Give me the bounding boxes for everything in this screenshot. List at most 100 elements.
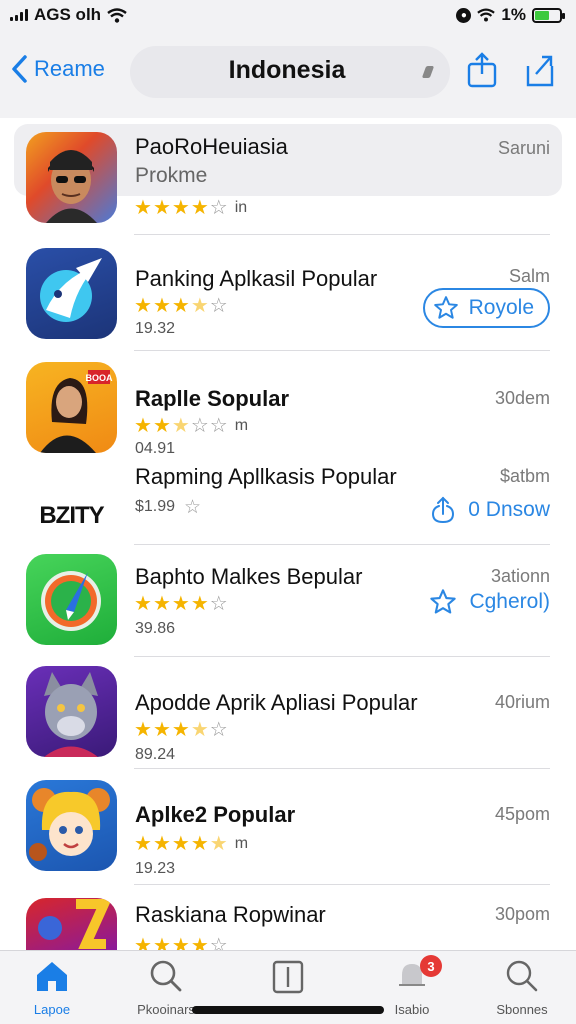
search-icon [506, 960, 538, 992]
star-icon: ★ [152, 415, 171, 437]
action-button[interactable]: Cgherol) [429, 588, 550, 616]
signal-icon [10, 9, 28, 21]
star-icon: ★ [190, 197, 209, 219]
tab-label: Lapoe [33, 1002, 71, 1017]
focus-icon: ● [456, 7, 472, 23]
star-icon: ☆ [190, 415, 209, 437]
tab-search-2[interactable]: Sbonnes [472, 959, 572, 1017]
app-right-label: 30pom [494, 904, 550, 924]
download-button[interactable]: 0 Dnsow [430, 496, 550, 524]
star-icon: ★ [171, 197, 190, 219]
app-title: Panking Aplkasil Popular [135, 266, 378, 291]
star-icon: ★ [134, 197, 152, 219]
battery-percent: 1% [501, 5, 526, 24]
rating-stars: ★ ★ ★ ☆ ☆ m [134, 416, 248, 436]
back-label: Reame [34, 56, 105, 81]
rating-stars: ★ ★ ★ ★ ★ m [134, 834, 248, 854]
app-title: Aplke2 Popular [135, 802, 296, 827]
home-indicator [192, 1006, 384, 1014]
star-icon: ★ [152, 833, 171, 855]
action-button[interactable]: Royole [422, 288, 550, 328]
list-item[interactable]: PaoRoHeuiasia Prokme Saruni ★ ★ ★ ★ ☆ in [0, 118, 576, 234]
app-title: PaoRoHeuiasia [135, 134, 288, 159]
app-right-label: 40rium [494, 692, 550, 712]
divider [134, 884, 550, 885]
status-right: ● 1% [456, 5, 565, 25]
chevron-left-icon [12, 55, 27, 83]
star-icon: ☆ [209, 593, 228, 615]
star-icon: ★ [190, 295, 209, 317]
tab-label: Sbonnes [496, 1002, 548, 1017]
carrier-text: AGS olh [34, 5, 102, 24]
app-title: Apodde Aprik Apliasi Popular [135, 690, 418, 715]
app-meta: 19.23 [135, 860, 176, 877]
list-item[interactable]: Aplke2 Popular ★ ★ ★ ★ ★ m 19.23 45pom [0, 768, 576, 886]
list-item[interactable]: BOOA Raplle Sopular ★ ★ ★ ☆ ☆ m 04.91 30dem [0, 350, 576, 466]
app-title: Raplle Sopular [135, 386, 290, 411]
divider [134, 656, 550, 657]
download-icon [432, 496, 455, 524]
tab-library[interactable] [238, 959, 338, 1004]
divider [134, 234, 550, 235]
star-icon: ★ [134, 295, 152, 317]
star-icon: ★ [190, 593, 209, 615]
library-icon [272, 960, 304, 994]
app-meta: 19.32 [135, 320, 176, 337]
app-right-label: $atbm [499, 466, 550, 486]
list-item[interactable]: Panking Aplkasil Popular ★ ★ ★ ★ ☆ 19.32 Sal… [0, 234, 576, 352]
search-icon [150, 960, 182, 992]
app-meta: 39.86 [135, 620, 176, 637]
star-icon: ★ [134, 719, 152, 741]
app-logo-text: BZITY [39, 501, 104, 529]
status-left: AGS olh [10, 5, 127, 25]
action-label: Royole [468, 296, 534, 319]
app-icon-3: BOOA [26, 362, 117, 453]
star-icon: ★ [190, 719, 209, 741]
divider [134, 350, 550, 351]
app-subtitle: Prokme [135, 164, 208, 187]
wifi-icon [477, 8, 496, 22]
navigation-bar: Reame Indonesia [0, 30, 576, 118]
star-icon: ☆ [209, 295, 228, 317]
star-icon: ☆ [209, 197, 228, 219]
star-icon: ★ [152, 197, 171, 219]
list-item[interactable]: Baphto Malkes Bepular ★ ★ ★ ★ ☆ 39.86 3ation… [0, 544, 576, 670]
star-icon: ★ [171, 833, 190, 855]
app-icon-6 [26, 666, 117, 757]
app-right-label: Salm [508, 266, 550, 286]
app-right-label: Saruni [497, 138, 550, 158]
star-icon: ★ [152, 719, 171, 741]
app-icon-2 [26, 248, 117, 339]
star-icon: ★ [152, 295, 171, 317]
list-item[interactable]: Apodde Aprik Apliasi Popular ★ ★ ★ ★ ☆ 89.24… [0, 656, 576, 774]
star-icon: ★ [171, 593, 190, 615]
star-outline-icon: ☆ [184, 497, 202, 518]
star-icon: ★ [134, 833, 152, 855]
star-icon: ★ [209, 833, 228, 855]
app-right-label: 30dem [494, 388, 550, 408]
back-button[interactable]: Reame [10, 54, 105, 84]
star-icon: ★ [171, 295, 190, 317]
rating-stars: ★ ★ ★ ★ ☆ [134, 594, 228, 614]
home-icon [37, 962, 67, 991]
star-icon: ★ [190, 833, 209, 855]
app-meta: 04.91 [135, 440, 176, 457]
star-icon: ★ [171, 415, 190, 437]
tab-today[interactable]: Lapoe [2, 959, 102, 1017]
star-icon: ☆ [209, 719, 228, 741]
export-icon[interactable] [524, 52, 556, 88]
rating-stars: ★ ★ ★ ★ ☆ [134, 296, 228, 316]
divider [134, 768, 550, 769]
app-icon-5 [26, 554, 117, 645]
star-icon: ☆ [209, 415, 228, 437]
app-icon-7 [26, 780, 117, 871]
wifi-icon [107, 7, 127, 23]
share-icon[interactable] [466, 52, 498, 88]
star-icon: ★ [171, 719, 190, 741]
star-icon: ★ [134, 415, 152, 437]
star-icon: ★ [152, 593, 171, 615]
app-right-label: 45pom [494, 804, 550, 824]
page-title: Indonesia [228, 56, 346, 84]
status-bar: AGS olh ● 1% [0, 0, 576, 30]
divider [134, 544, 550, 545]
